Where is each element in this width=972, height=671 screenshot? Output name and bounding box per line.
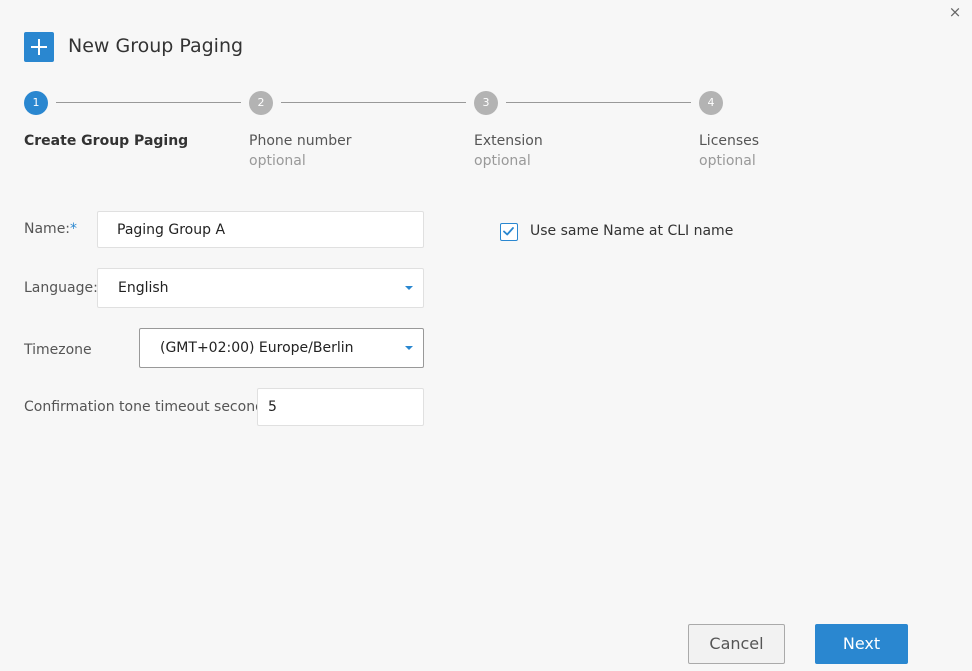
- confirmation-timeout-input[interactable]: 5: [257, 388, 424, 426]
- chevron-down-icon: [405, 346, 413, 350]
- step-2-label: Phone number: [249, 133, 352, 149]
- next-button[interactable]: Next: [815, 624, 908, 664]
- dialog-title: New Group Paging: [68, 35, 244, 57]
- step-2-indicator: 2: [249, 91, 273, 115]
- confirmation-timeout-label: Confirmation tone timeout seconds: [24, 399, 272, 415]
- step-3-label: Extension: [474, 133, 543, 149]
- step-1-label: Create Group Paging: [24, 133, 189, 149]
- step-1-indicator: 1: [24, 91, 48, 115]
- step-4-label: Licenses: [699, 133, 760, 149]
- cancel-button[interactable]: Cancel: [688, 624, 785, 664]
- step-4-optional: optional: [699, 153, 756, 169]
- step-4-indicator: 4: [699, 91, 723, 115]
- step-connector: [56, 102, 241, 103]
- close-icon[interactable]: ×: [946, 3, 964, 21]
- checkmark-icon: [503, 227, 514, 236]
- step-2-optional: optional: [249, 153, 306, 169]
- same-name-checkbox[interactable]: [500, 223, 518, 241]
- language-select[interactable]: English: [97, 268, 424, 308]
- step-connector: [506, 102, 691, 103]
- name-input[interactable]: Paging Group A: [97, 211, 424, 248]
- confirmation-timeout-value: 5: [268, 399, 277, 415]
- name-label-text: Name:: [24, 221, 71, 237]
- language-label: Language:: [24, 280, 98, 296]
- step-3-indicator: 3: [474, 91, 498, 115]
- name-label: Name:*: [24, 220, 77, 238]
- step-3-optional: optional: [474, 153, 531, 169]
- same-name-label[interactable]: Use same Name at CLI name: [530, 222, 733, 240]
- timezone-select-value: (GMT+02:00) Europe/Berlin: [160, 340, 354, 356]
- timezone-select[interactable]: (GMT+02:00) Europe/Berlin: [139, 328, 424, 368]
- language-select-value: English: [118, 280, 169, 296]
- required-mark: *: [70, 221, 78, 237]
- name-input-value: Paging Group A: [117, 221, 226, 238]
- step-connector: [281, 102, 466, 103]
- plus-icon: [24, 32, 54, 62]
- chevron-down-icon: [405, 286, 413, 290]
- timezone-label: Timezone: [24, 342, 92, 358]
